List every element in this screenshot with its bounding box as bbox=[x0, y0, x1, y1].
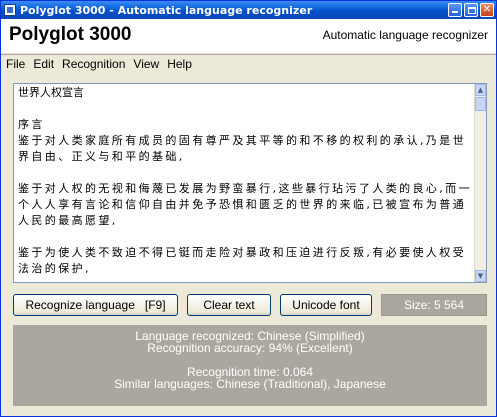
menu-view[interactable]: View bbox=[130, 57, 162, 71]
text-paragraph: 鉴于对人权的无视和侮蔑已发展为野蛮暴行,这些暴行玷污了人类的良心,而一个人人享有… bbox=[18, 182, 472, 227]
app-subtitle: Automatic language recognizer bbox=[322, 28, 488, 42]
app-header: Polyglot 3000 Automatic language recogni… bbox=[1, 19, 496, 53]
app-window: Polyglot 3000 - Automatic language recog… bbox=[0, 0, 497, 417]
menu-edit[interactable]: Edit bbox=[30, 57, 57, 71]
scroll-down-arrow-icon: ▼ bbox=[477, 272, 484, 280]
text-size-label: Size: 5 564 bbox=[381, 294, 487, 316]
text-paragraph: 鉴于为使人类不致迫不得已铤而走险对暴政和压迫进行反叛,有必要使人权受法治的保护, bbox=[18, 246, 467, 275]
menu-file[interactable]: File bbox=[3, 57, 28, 71]
close-icon: ✕ bbox=[482, 4, 492, 15]
input-text-content[interactable]: 世界人权宣言 序言 鉴于对人类家庭所有成员的固有尊严及其平等的和不移的权利的承认… bbox=[18, 85, 473, 281]
similar-languages-text: Similar languages: Chinese (Traditional)… bbox=[114, 377, 386, 391]
close-button[interactable]: ✕ bbox=[480, 3, 494, 17]
app-name: Polyglot 3000 bbox=[9, 24, 132, 45]
maximize-button[interactable] bbox=[464, 3, 478, 17]
scroll-thumb[interactable] bbox=[475, 97, 486, 111]
recognize-language-button[interactable]: Recognize language [F9] bbox=[13, 294, 178, 316]
app-icon bbox=[4, 4, 16, 16]
text-paragraph: 世界人权宣言 bbox=[18, 86, 84, 99]
minimize-icon bbox=[452, 11, 458, 13]
scroll-up-arrow-icon: ▲ bbox=[477, 86, 484, 94]
text-paragraph: 序言 鉴于对人类家庭所有成员的固有尊严及其平等的和不移的权利的承认,乃是世界自由… bbox=[18, 118, 467, 163]
window-title: Polyglot 3000 - Automatic language recog… bbox=[20, 3, 313, 17]
scroll-up-button[interactable]: ▲ bbox=[475, 84, 486, 96]
menu-bar: File Edit Recognition View Help bbox=[1, 54, 496, 72]
vertical-scrollbar[interactable]: ▲ ▼ bbox=[474, 84, 486, 282]
scroll-down-button[interactable]: ▼ bbox=[475, 270, 486, 282]
unicode-font-button[interactable]: Unicode font bbox=[280, 294, 372, 316]
recognition-accuracy-text: Recognition accuracy: 94% (Excellent) bbox=[147, 341, 353, 355]
menu-help[interactable]: Help bbox=[164, 57, 195, 71]
minimize-button[interactable] bbox=[448, 3, 462, 17]
menu-recognition[interactable]: Recognition bbox=[59, 57, 128, 71]
maximize-icon bbox=[468, 7, 476, 14]
window-controls: ✕ bbox=[448, 3, 494, 17]
clear-text-button[interactable]: Clear text bbox=[187, 294, 271, 316]
input-text-area[interactable]: 世界人权宣言 序言 鉴于对人类家庭所有成员的固有尊严及其平等的和不移的权利的承认… bbox=[13, 83, 487, 283]
results-panel: Language recognized: Chinese (Simplified… bbox=[13, 325, 487, 406]
title-bar[interactable]: Polyglot 3000 - Automatic language recog… bbox=[1, 1, 496, 19]
